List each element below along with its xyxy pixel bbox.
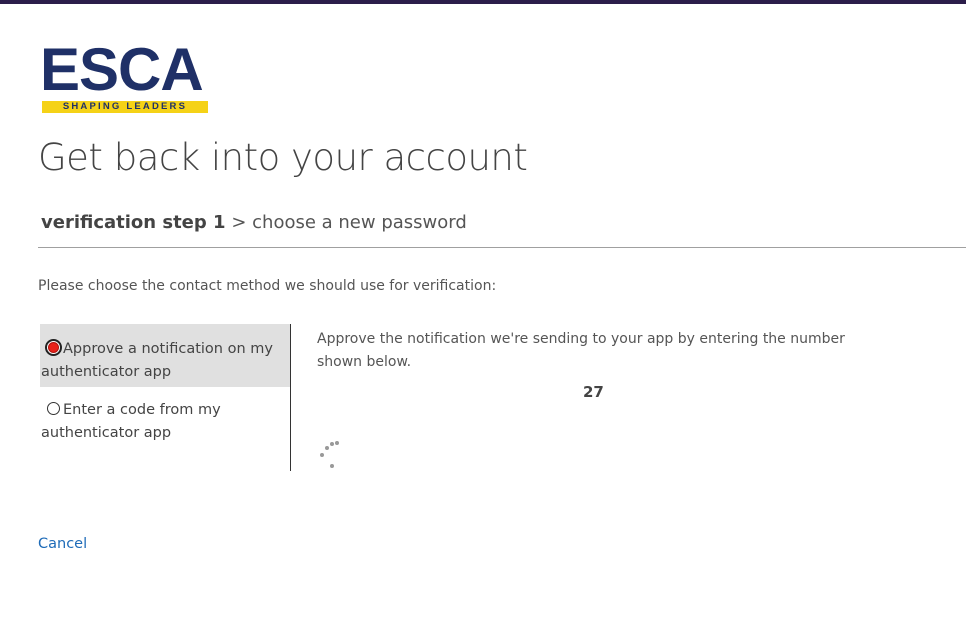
spinner-icon xyxy=(316,438,342,472)
top-accent-bar xyxy=(0,0,966,4)
logo-tagline: SHAPING LEADERS xyxy=(42,101,208,113)
spinner-dot xyxy=(320,453,324,457)
spinner-dot xyxy=(330,442,334,446)
esca-logo: ESCA SHAPING LEADERS xyxy=(40,38,210,116)
step-breadcrumb: verification step 1 > choose a new passw… xyxy=(41,212,467,233)
spinner-dot xyxy=(330,464,334,468)
method-approve-notification[interactable]: Approve a notification on my authenticat… xyxy=(40,324,290,387)
spinner-dot xyxy=(325,446,329,450)
page-title: Get back into your account xyxy=(38,136,528,179)
spinner-dot xyxy=(335,441,339,445)
verification-number: 27 xyxy=(583,383,604,401)
radio-approve-notification[interactable] xyxy=(45,339,62,356)
contact-method-list: Approve a notification on my authenticat… xyxy=(40,324,291,471)
radio-enter-code[interactable] xyxy=(47,402,60,415)
header-divider xyxy=(38,247,966,248)
logo-wordmark: ESCA xyxy=(40,36,204,103)
step-separator: > xyxy=(231,212,247,233)
method-instruction: Approve the notification we're sending t… xyxy=(317,331,845,370)
next-step: choose a new password xyxy=(252,212,467,233)
method-label: Enter a code from my authenticator app xyxy=(41,402,221,441)
contact-method-prompt: Please choose the contact method we shou… xyxy=(38,278,497,294)
method-label: Approve a notification on my authenticat… xyxy=(41,341,273,380)
current-step: verification step 1 xyxy=(41,212,226,233)
cancel-link[interactable]: Cancel xyxy=(38,536,87,552)
method-enter-code[interactable]: Enter a code from my authenticator app xyxy=(40,397,290,447)
